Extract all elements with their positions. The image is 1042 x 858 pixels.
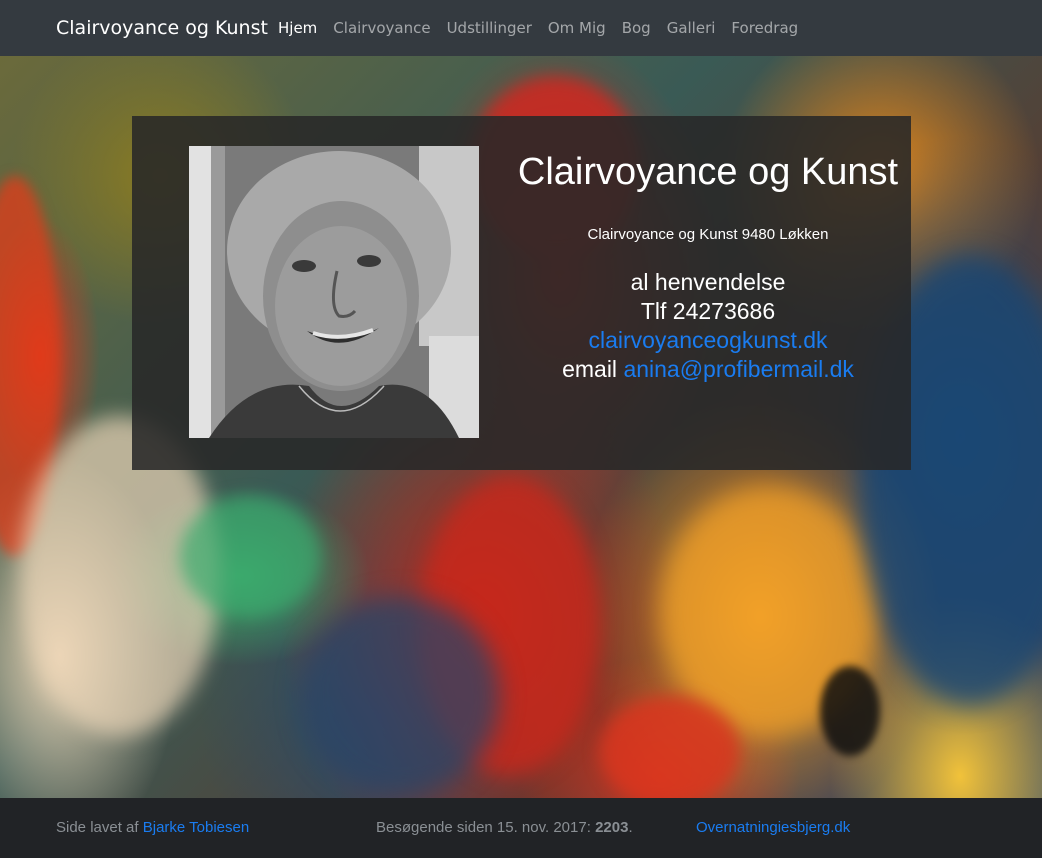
visitor-counter: Besøgende siden 15. nov. 2017: 2203. — [376, 817, 633, 839]
visitor-count: 2203 — [595, 819, 629, 836]
nav-item-om-mig[interactable]: Om Mig — [540, 14, 614, 42]
address-text: Clairvoyance og Kunst 9480 Løkken — [587, 226, 829, 243]
email-link[interactable]: anina@profibermail.dk — [623, 356, 853, 382]
email-line: email anina@profibermail.dk — [505, 355, 911, 384]
page-footer: Side lavet af Bjarke Tobiesen Besøgende … — [0, 798, 1042, 858]
contact-block: al henvendelse Tlf 24273686 clairvoyance… — [505, 268, 911, 384]
portrait-photo — [189, 146, 479, 438]
nav-item-galleri[interactable]: Galleri — [659, 14, 724, 42]
email-label: email — [562, 356, 618, 382]
footer-partner: Overnatningiesbjerg.dk — [696, 817, 850, 839]
nav-menu: Hjem Clairvoyance Udstillinger Om Mig Bo… — [270, 14, 806, 42]
phone-text: Tlf 24273686 — [640, 298, 776, 324]
visitor-prefix: Besøgende siden 15. nov. 2017: — [376, 819, 591, 836]
website-link[interactable]: clairvoyanceogkunst.dk — [588, 327, 827, 353]
top-navbar: Clairvoyance og Kunst Hjem Clairvoyance … — [0, 0, 1042, 56]
credit-prefix: Side lavet af — [56, 819, 139, 836]
partner-link[interactable]: Overnatningiesbjerg.dk — [696, 819, 850, 836]
contact-heading: al henvendelse — [630, 269, 786, 295]
page-title: Clairvoyance og Kunst — [517, 151, 899, 193]
navbar-brand[interactable]: Clairvoyance og Kunst — [56, 14, 268, 42]
visitor-suffix: . — [628, 819, 633, 836]
footer-credit: Side lavet af Bjarke Tobiesen — [56, 817, 249, 839]
nav-item-bog[interactable]: Bog — [614, 14, 659, 42]
nav-item-udstillinger[interactable]: Udstillinger — [439, 14, 540, 42]
intro-info: Clairvoyance og Kunst Clairvoyance og Ku… — [505, 146, 911, 384]
portrait-photo-drawing — [189, 146, 479, 438]
author-link[interactable]: Bjarke Tobiesen — [143, 819, 249, 836]
nav-item-hjem[interactable]: Hjem — [270, 14, 325, 42]
nav-item-foredrag[interactable]: Foredrag — [723, 14, 806, 42]
nav-item-clairvoyance[interactable]: Clairvoyance — [325, 14, 438, 42]
